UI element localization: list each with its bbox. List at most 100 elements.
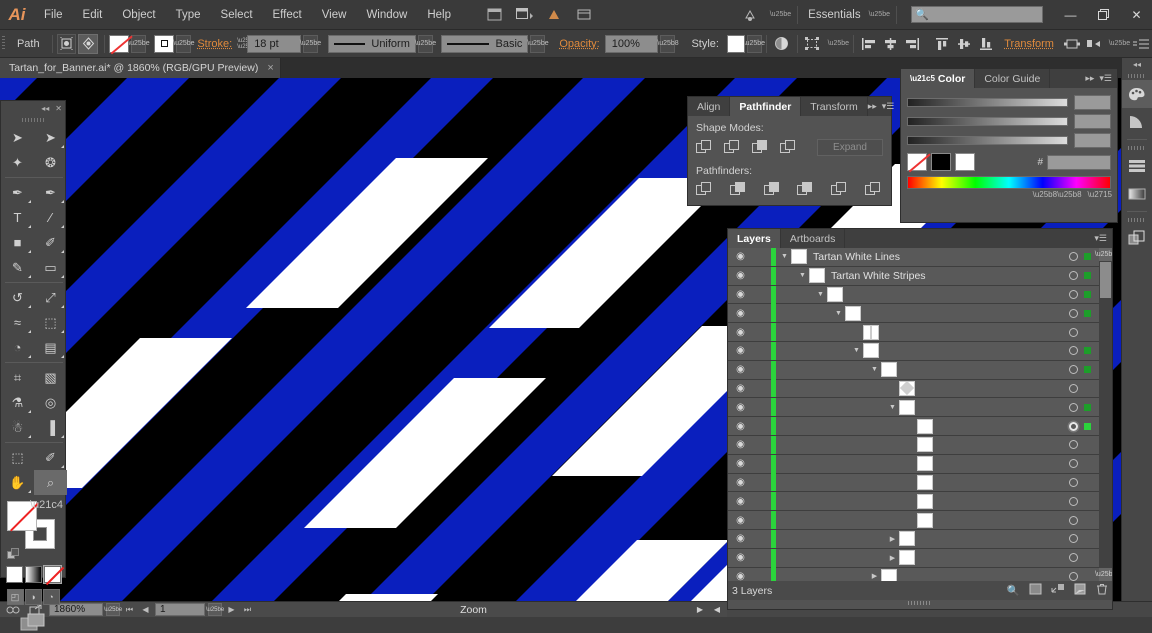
- opacity-dropdown-icon[interactable]: \u25b8: [657, 34, 679, 53]
- layer-row[interactable]: ◉: [728, 417, 1112, 436]
- gradient-tool[interactable]: ▧: [34, 365, 67, 390]
- layer-disclosure-triangle[interactable]: ▶: [868, 572, 881, 580]
- layer-target-indicator[interactable]: [1069, 459, 1078, 469]
- select-similar-caret-icon[interactable]: \u25be: [828, 40, 849, 47]
- hex-field[interactable]: [1047, 154, 1111, 170]
- layers-panel-icon[interactable]: [1122, 152, 1152, 180]
- type-tool[interactable]: T: [1, 205, 34, 230]
- tab-layers[interactable]: Layers: [728, 229, 781, 248]
- pathfinder-trim-button[interactable]: [729, 182, 746, 197]
- layer-disclosure-triangle[interactable]: ▼: [814, 291, 827, 298]
- document-tab[interactable]: Tartan_for_Banner.ai* @ 1860% (RGB/GPU P…: [0, 58, 281, 78]
- layer-target-indicator[interactable]: [1069, 365, 1078, 375]
- stroke-weight-dropdown-icon[interactable]: \u25be: [300, 34, 321, 53]
- color-panel-close-icon[interactable]: \u2715: [1088, 190, 1112, 199]
- free-transform-tool[interactable]: ⬚: [34, 310, 67, 335]
- green-value-field[interactable]: [1074, 114, 1111, 129]
- scale-tool[interactable]: ⤢: [34, 285, 67, 310]
- layer-target-indicator[interactable]: [1069, 496, 1078, 506]
- layer-disclosure-triangle[interactable]: ▼: [778, 253, 791, 260]
- red-slider[interactable]: [907, 98, 1068, 107]
- pathfinder-crop-button[interactable]: [797, 182, 813, 197]
- pathfinder-menu-icon[interactable]: ▾☰: [882, 101, 895, 112]
- search-input[interactable]: 🔍: [911, 6, 1043, 23]
- fill-swatch-none[interactable]: [109, 34, 130, 53]
- pathfinder-collapse-icon[interactable]: ▸▸: [868, 101, 877, 112]
- draw-normal-button[interactable]: ◰: [6, 589, 24, 605]
- layer-row[interactable]: ◉: [728, 511, 1112, 530]
- panel-menu-icon[interactable]: [1130, 34, 1152, 54]
- default-fill-stroke-icon[interactable]: [7, 548, 20, 561]
- blend-tool[interactable]: ◎: [34, 390, 67, 415]
- layer-visibility-icon[interactable]: ◉: [728, 552, 753, 563]
- pencil-tool[interactable]: ✎: [1, 255, 34, 280]
- layer-target-indicator[interactable]: [1069, 440, 1078, 450]
- minimize-button[interactable]: —: [1055, 4, 1086, 26]
- scrollbar-thumb[interactable]: [1100, 262, 1111, 298]
- select-similar-icon[interactable]: [802, 34, 824, 54]
- stroke-dropdown-icon[interactable]: \u25be: [173, 34, 195, 53]
- align-horizontal-center-icon[interactable]: [880, 34, 902, 54]
- layer-target-indicator[interactable]: [1069, 553, 1078, 563]
- layer-row[interactable]: ◉: [728, 454, 1112, 474]
- layer-row[interactable]: ◉ ▶: [728, 548, 1112, 568]
- layer-target-indicator[interactable]: [1069, 252, 1078, 262]
- layer-visibility-icon[interactable]: ◉: [728, 533, 753, 544]
- distribute-caret-icon[interactable]: \u25be: [1109, 40, 1130, 47]
- layer-visibility-icon[interactable]: ◉: [728, 402, 753, 413]
- layer-target-indicator[interactable]: [1069, 271, 1078, 281]
- layer-name[interactable]: Tartan White Stripes: [831, 270, 926, 282]
- pen-tool[interactable]: ✒: [1, 180, 34, 205]
- sync-settings-icon[interactable]: [736, 4, 766, 26]
- color-panel-icon[interactable]: [1122, 80, 1152, 108]
- pathfinder-merge-button[interactable]: [763, 182, 780, 197]
- transform-link[interactable]: Transform: [997, 38, 1061, 50]
- layer-target-indicator[interactable]: [1069, 308, 1078, 318]
- pathfinder-outline-button[interactable]: [831, 182, 847, 197]
- tab-color[interactable]: \u21c5 Color: [901, 69, 976, 88]
- create-new-layer-icon[interactable]: [1074, 583, 1087, 598]
- selection-tool[interactable]: ➤: [1, 125, 34, 150]
- layer-row[interactable]: ◉ ▼: [728, 304, 1112, 324]
- layer-row[interactable]: ◉ ▶: [728, 529, 1112, 549]
- layer-visibility-icon[interactable]: ◉: [728, 477, 753, 488]
- white-swatch[interactable]: [955, 153, 975, 171]
- line-segment-tool[interactable]: ∕: [34, 205, 67, 230]
- menu-window[interactable]: Window: [356, 0, 417, 30]
- stock-icon[interactable]: [539, 4, 569, 26]
- pathfinder-divide-button[interactable]: [696, 182, 712, 197]
- green-slider[interactable]: [907, 117, 1068, 126]
- layer-disclosure-triangle[interactable]: ▼: [796, 272, 809, 279]
- layer-disclosure-triangle[interactable]: ▶: [886, 535, 899, 543]
- tools-close-icon[interactable]: ✕: [55, 104, 62, 113]
- menu-type[interactable]: Type: [166, 0, 211, 30]
- distribute-spacing-icon[interactable]: [1083, 34, 1105, 54]
- layer-row[interactable]: ◉ ▼ Tartan White Lines: [728, 248, 1112, 267]
- scroll-down-icon[interactable]: \u25bc: [1095, 568, 1112, 581]
- opacity-field[interactable]: 100%: [604, 34, 659, 53]
- fill-color-control[interactable]: \u25be: [109, 34, 150, 53]
- layer-target-indicator[interactable]: [1069, 477, 1078, 487]
- layer-visibility-icon[interactable]: ◉: [728, 515, 753, 526]
- layer-row[interactable]: ◉: [728, 492, 1112, 512]
- close-button[interactable]: ✕: [1121, 4, 1152, 26]
- layer-target-indicator[interactable]: [1069, 327, 1078, 337]
- layer-visibility-icon[interactable]: ◉: [728, 251, 753, 262]
- layer-row[interactable]: ◉ ▼: [728, 285, 1112, 305]
- red-value-field[interactable]: [1074, 95, 1111, 110]
- layer-target-indicator[interactable]: [1069, 571, 1078, 581]
- locate-object-icon[interactable]: 🔍: [1007, 584, 1020, 597]
- gradient-panel-icon[interactable]: [1122, 180, 1152, 208]
- brush-dropdown-icon[interactable]: \u25be: [527, 34, 549, 53]
- layer-target-indicator[interactable]: [1069, 289, 1078, 299]
- eraser-tool[interactable]: ▭: [34, 255, 67, 280]
- layer-target-indicator[interactable]: [1069, 534, 1078, 544]
- layer-visibility-icon[interactable]: ◉: [728, 364, 753, 375]
- slice-tool[interactable]: ✐: [34, 445, 67, 470]
- scroll-up-icon[interactable]: \u25b2: [1095, 248, 1112, 261]
- change-screen-mode-button[interactable]: [1, 613, 65, 633]
- pathfinder-intersect-button[interactable]: [752, 140, 768, 155]
- menu-view[interactable]: View: [312, 0, 357, 30]
- layer-row[interactable]: ◉: [728, 379, 1112, 399]
- tab-artboards[interactable]: Artboards: [781, 229, 846, 248]
